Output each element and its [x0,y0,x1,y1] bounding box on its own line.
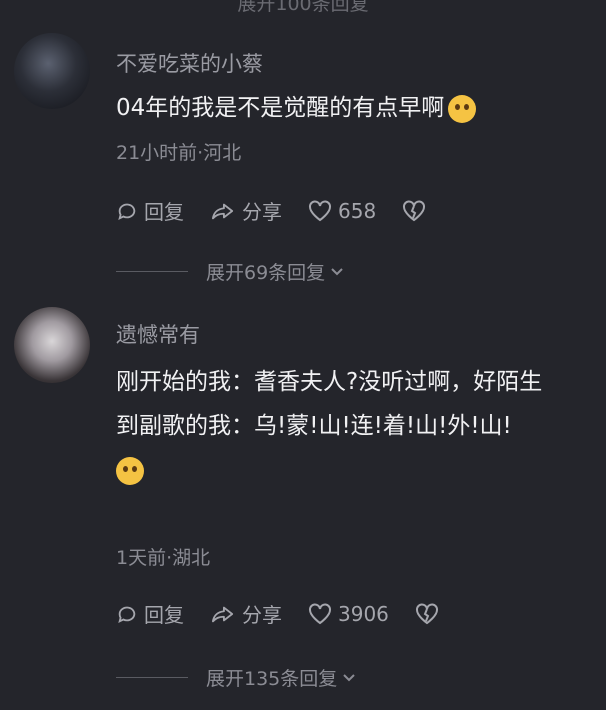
share-icon [212,203,234,219]
reply-icon [118,606,136,623]
expand-label: 展开69条回复 [206,262,326,284]
broken-heart-icon [403,199,426,221]
reply-button[interactable]: 回复 [116,196,184,225]
comment-text: 04年的我是不是觉醒的有点早啊 [116,86,586,130]
like-count: 3906 [338,601,389,626]
chevron-down-icon [331,267,343,275]
share-icon [212,606,234,622]
share-button[interactable]: 分享 [210,196,282,225]
expand-label: 展开135条回复 [206,668,338,690]
heart-icon [309,602,331,624]
expand-replies-button[interactable]: 展开135条回复 [116,664,357,691]
comment-line: 04年的我是不是觉醒的有点早啊 [116,95,445,121]
username[interactable]: 不爱吃菜的小蔡 [116,48,263,78]
comment-meta: 21小时前·河北 [116,142,242,164]
reply-button[interactable]: 回复 [116,599,184,628]
dislike-button[interactable] [402,199,432,222]
comment-actions: 回复 分享 3906 [116,599,471,628]
comment-line: 刚开始的我：耆香夫人?没听过啊，好陌生 [116,369,543,395]
comment-actions: 回复 分享 658 [116,196,458,225]
previous-expand-replies[interactable]: 展开100条回复 [0,0,606,16]
broken-heart-icon [415,602,438,624]
reply-label: 回复 [144,200,184,224]
pleading-face-emoji-icon [448,94,477,123]
chevron-down-icon [343,673,355,681]
comment-meta: 1天前·湖北 [116,547,211,569]
share-label: 分享 [242,200,282,224]
reply-label: 回复 [144,603,184,627]
comment-text: 刚开始的我：耆香夫人?没听过啊，好陌生 到副歌的我：乌!蒙!山!连!着!山!外!… [116,360,586,492]
like-button[interactable]: 658 [308,199,376,223]
expand-label: 展开100条回复 [237,0,369,15]
like-button[interactable]: 3906 [308,602,389,626]
expand-replies-button[interactable]: 展开69条回复 [116,258,345,285]
like-count: 658 [338,198,377,223]
share-label: 分享 [242,603,282,627]
comment-line: 到副歌的我：乌!蒙!山!连!着!山!外!山! [116,413,512,439]
heart-icon [309,199,331,221]
avatar[interactable] [14,307,90,383]
share-button[interactable]: 分享 [210,599,282,628]
username[interactable]: 遗憾常有 [116,319,200,349]
divider-line [116,677,188,678]
divider-line [116,271,188,272]
dislike-button[interactable] [415,602,445,625]
avatar[interactable] [14,33,90,109]
reply-icon [118,203,136,220]
laughing-face-emoji-icon [116,456,144,485]
